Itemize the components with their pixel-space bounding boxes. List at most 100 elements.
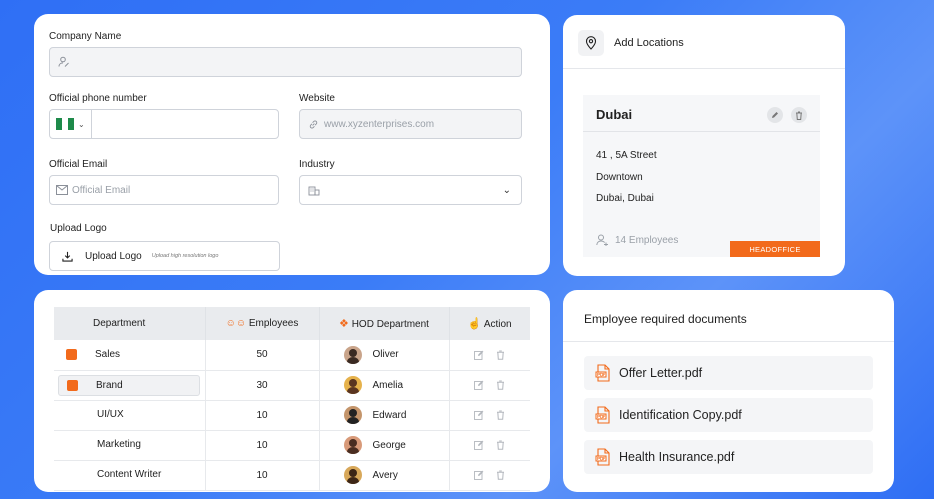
table-row[interactable]: UI/UX 10 Edward [54, 400, 530, 430]
document-name: Health Insurance.pdf [619, 450, 735, 464]
edit-button[interactable] [767, 107, 783, 123]
company-name-input[interactable] [49, 47, 522, 77]
employees-cell: 50 [205, 340, 320, 370]
company-form-card: Company Name Official phone number ⌄ Web… [34, 14, 550, 275]
email-placeholder: Official Email [72, 184, 131, 196]
pencil-icon [772, 112, 778, 118]
trash-icon[interactable] [496, 410, 505, 420]
hod-name: Edward [372, 409, 407, 421]
action-cell [449, 340, 530, 370]
document-item[interactable]: Offer Letter.pdf [584, 356, 873, 390]
avatar [343, 466, 362, 484]
table-row[interactable]: Content Writer 10 Avery [54, 460, 530, 490]
country-flag-dropdown[interactable]: ⌄ [50, 110, 92, 138]
industry-label: Industry [299, 159, 335, 170]
trash-icon[interactable] [496, 470, 505, 480]
department-name: Brand [96, 379, 123, 391]
departments-table-card: Department ☺☺ Employees ❖ HOD Department… [34, 290, 550, 492]
departments-table: Department ☺☺ Employees ❖ HOD Department… [54, 307, 530, 491]
document-name: Offer Letter.pdf [619, 366, 703, 380]
edit-icon[interactable] [474, 350, 484, 360]
department-cell[interactable]: Brand [54, 370, 206, 400]
department-cell[interactable]: Marketing [54, 430, 206, 460]
edit-icon[interactable] [474, 380, 484, 390]
document-item[interactable]: Health Insurance.pdf [584, 440, 873, 474]
department-cell[interactable]: UI/UX [54, 400, 206, 430]
hod-name: George [372, 439, 406, 451]
hod-name: Oliver [372, 349, 399, 361]
header-hod-department: ❖ HOD Department [319, 307, 450, 340]
document-name: Identification Copy.pdf [619, 408, 742, 422]
nigeria-flag-icon [56, 118, 74, 130]
user-icon [596, 234, 608, 246]
company-name-label: Company Name [49, 31, 122, 42]
avatar [343, 436, 362, 454]
upload-hint: Upload high resolution logo [151, 253, 219, 259]
hod-cell: Avery [319, 460, 450, 490]
documents-title: Employee required documents [584, 312, 747, 326]
avatar [343, 406, 362, 424]
trash-icon[interactable] [496, 440, 505, 450]
address-line-2: Downtown [596, 172, 643, 183]
department-cell[interactable]: Sales [54, 340, 206, 370]
divider [583, 131, 820, 132]
email-input[interactable]: Official Email [49, 175, 279, 205]
department-name: Sales [95, 349, 121, 361]
employees-count: 14 Employees [615, 234, 679, 246]
table-row[interactable]: Marketing 10 George [54, 430, 530, 460]
edit-icon[interactable] [474, 410, 484, 420]
header-action: ☝ Action [467, 318, 512, 330]
upload-logo-button[interactable]: Upload Logo [85, 251, 142, 262]
location-card-dubai[interactable]: Dubai 41 , 5A Street Downtown Dubai, Dub… [583, 95, 820, 257]
address-line-1: 41 , 5A Street [596, 150, 657, 161]
edit-icon[interactable] [474, 440, 484, 450]
action-cell [449, 370, 530, 400]
department-cell[interactable]: Content Writer [54, 460, 206, 490]
trash-icon[interactable] [496, 350, 505, 360]
email-label: Official Email [49, 159, 108, 170]
header-employees: ☺☺ Employees [205, 307, 320, 340]
website-label: Website [299, 93, 335, 104]
action-cell [449, 400, 530, 430]
locations-card: Add Locations Dubai 41 , 5A Street Downt… [563, 15, 845, 276]
location-pin-icon [578, 30, 604, 56]
upload-logo-field[interactable]: Upload Logo Upload high resolution logo [49, 241, 280, 271]
hand-pointer-icon: ☝ [467, 318, 482, 330]
industry-select[interactable]: ⌄ [299, 175, 522, 205]
hod-cell: Amelia [319, 370, 450, 400]
department-name: Marketing [97, 439, 141, 451]
department-name: Content Writer [97, 469, 162, 481]
upload-logo-label: Upload Logo [50, 223, 107, 234]
avatar [343, 345, 362, 364]
website-input[interactable]: www.xyzenterprises.com [299, 109, 522, 139]
edit-icon[interactable] [474, 470, 484, 480]
documents-card: Employee required documents Offer Letter… [563, 290, 894, 492]
hod-cell: George [319, 430, 450, 460]
link-icon [308, 119, 319, 130]
table-row[interactable]: Sales 50 Oliver [54, 340, 530, 370]
hod-cell: Oliver [319, 340, 450, 370]
hod-cell: Edward [319, 400, 450, 430]
delete-button[interactable] [791, 107, 807, 123]
document-item[interactable]: Identification Copy.pdf [584, 398, 873, 432]
chevron-down-icon: ⌄ [78, 119, 85, 129]
employees-cell: 30 [205, 370, 320, 400]
website-placeholder: www.xyzenterprises.com [324, 118, 435, 130]
avatar [343, 376, 362, 394]
pdf-file-icon [595, 406, 610, 424]
location-city: Dubai [596, 107, 633, 122]
phone-input[interactable]: ⌄ [49, 109, 279, 139]
employees-count-row: 14 Employees [596, 234, 678, 246]
action-cell [449, 460, 530, 490]
divider [563, 68, 845, 69]
add-locations-header[interactable]: Add Locations [614, 37, 684, 49]
employees-cell: 10 [205, 460, 320, 490]
action-cell [449, 430, 530, 460]
table-row[interactable]: Brand 30 Amelia [54, 370, 530, 400]
user-edit-icon [58, 56, 70, 68]
trash-icon[interactable] [496, 380, 505, 390]
department-name: UI/UX [97, 409, 124, 421]
phone-label: Official phone number [49, 93, 147, 104]
hod-name: Amelia [372, 379, 404, 391]
departments-table-wrapper: Department ☺☺ Employees ❖ HOD Department… [54, 307, 530, 492]
